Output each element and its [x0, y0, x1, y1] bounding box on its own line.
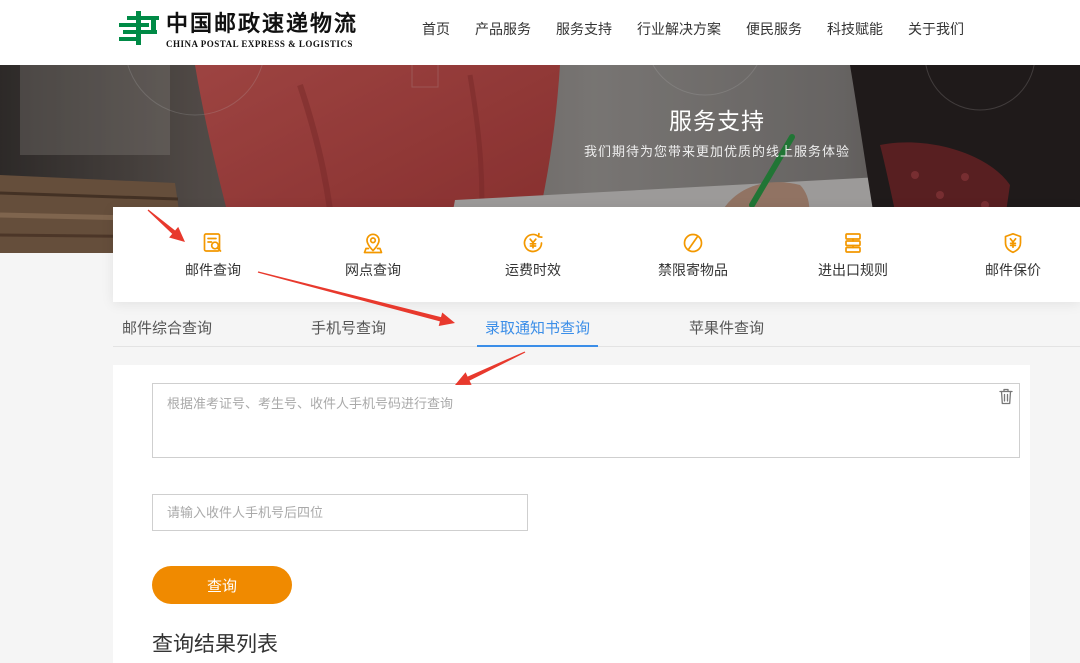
nav-products[interactable]: 产品服务	[475, 19, 531, 39]
service-label: 运费时效	[505, 262, 561, 278]
yen-shield-icon	[1001, 231, 1025, 255]
hero-title: 服务支持	[669, 108, 765, 134]
query-submit-button[interactable]: 查询	[152, 566, 292, 604]
stack-rules-icon	[841, 231, 865, 255]
main-nav: 首页 产品服务 服务支持 行业解决方案 便民服务 科技赋能 关于我们	[422, 19, 964, 39]
service-prohibited-items[interactable]: 禁限寄物品	[613, 207, 773, 302]
query-panel: 查询 查询结果列表	[113, 365, 1030, 663]
service-label: 邮件保价	[985, 262, 1041, 278]
nav-about-us[interactable]: 关于我们	[908, 19, 964, 39]
query-tabs: 邮件综合查询 手机号查询 录取通知书查询 苹果件查询	[113, 312, 1080, 347]
service-outlet-search[interactable]: 网点查询	[293, 207, 453, 302]
logo-name-cn: 中国邮政速递物流	[166, 11, 359, 37]
tab-mail-query[interactable]: 邮件综合查询	[114, 312, 220, 346]
service-import-export-rules[interactable]: 进出口规则	[773, 207, 933, 302]
nav-home[interactable]: 首页	[422, 19, 450, 39]
trash-icon[interactable]	[999, 388, 1013, 405]
service-freight-timing[interactable]: 运费时效	[453, 207, 613, 302]
hero-subtitle: 我们期待为您带来更加优质的线上服务体验	[583, 144, 850, 159]
china-post-logo-icon	[118, 10, 160, 46]
yen-clock-icon	[521, 231, 545, 255]
nav-tech-empowerment[interactable]: 科技赋能	[827, 19, 883, 39]
service-mail-tracking[interactable]: 邮件查询	[133, 207, 293, 302]
tab-phone-query[interactable]: 手机号查询	[303, 312, 394, 346]
site-logo[interactable]: 中国邮政速递物流 CHINA POSTAL EXPRESS & LOGISTIC…	[118, 10, 368, 54]
service-shortcuts: 邮件查询 网点查询 运费时效 禁限寄物品 进出口规则 邮件保价	[113, 207, 1080, 302]
logo-name-en: CHINA POSTAL EXPRESS & LOGISTICS	[166, 39, 353, 49]
query-textarea[interactable]	[152, 383, 1020, 458]
site-header: 中国邮政速递物流 CHINA POSTAL EXPRESS & LOGISTIC…	[0, 0, 1080, 65]
service-label: 进出口规则	[818, 262, 888, 278]
phone-last-four-input[interactable]	[152, 494, 528, 531]
service-label: 禁限寄物品	[658, 262, 728, 278]
location-pin-icon	[361, 231, 385, 255]
mail-search-icon	[201, 231, 225, 255]
page: 中国邮政速递物流 CHINA POSTAL EXPRESS & LOGISTIC…	[0, 0, 1080, 663]
nav-service-support[interactable]: 服务支持	[556, 19, 612, 39]
nav-industry-solutions[interactable]: 行业解决方案	[637, 19, 721, 39]
tab-admission-letter-query[interactable]: 录取通知书查询	[477, 312, 599, 347]
service-label: 邮件查询	[185, 262, 241, 278]
service-label: 网点查询	[345, 262, 401, 278]
query-field-wrapper	[152, 383, 1020, 458]
tab-apple-parcel-query[interactable]: 苹果件查询	[681, 312, 772, 346]
results-title: 查询结果列表	[152, 633, 278, 656]
prohibited-icon	[681, 231, 705, 255]
nav-convenience-services[interactable]: 便民服务	[746, 19, 802, 39]
service-insured-mail[interactable]: 邮件保价	[933, 207, 1080, 302]
